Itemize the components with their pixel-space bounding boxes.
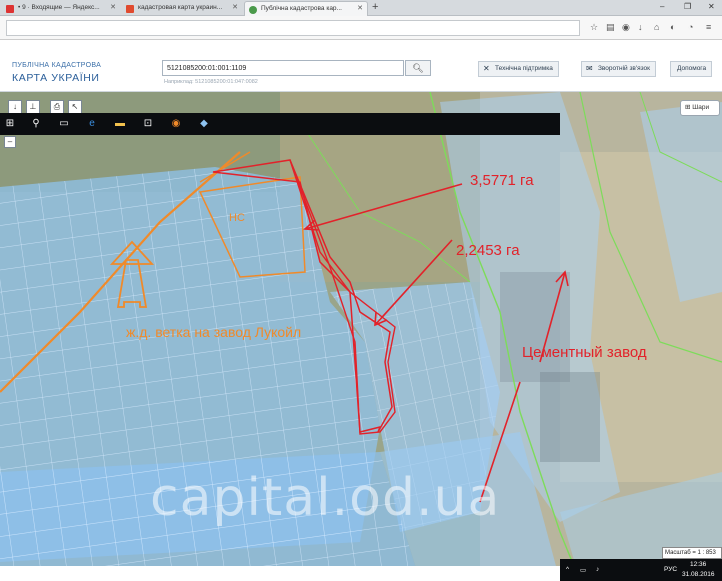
- zoom-in-tool[interactable]: ↓: [8, 100, 22, 114]
- plot-label: НС: [229, 212, 245, 224]
- tab-cadastral-search[interactable]: кадастровая карта украин... ✕: [122, 1, 242, 16]
- menu-icon[interactable]: ≡: [706, 22, 711, 32]
- search-icon[interactable]: ⚲: [28, 116, 44, 132]
- area-label-2: 2,2453 га: [456, 242, 520, 259]
- print-tool[interactable]: ⎙: [50, 100, 64, 114]
- help-label: Допомога: [677, 65, 707, 72]
- tab-label: Публічна кадастрова кар...: [261, 5, 342, 12]
- zoom-out-button[interactable]: –: [4, 136, 16, 148]
- support-label: Технічна підтримка: [495, 65, 553, 72]
- language-indicator[interactable]: РУС: [664, 566, 677, 573]
- store-icon[interactable]: ⊡: [140, 116, 156, 132]
- system-tray: ^ ▭ ♪ РУС 12:36 31.08.2016: [560, 559, 722, 581]
- reading-list-icon[interactable]: ▤: [606, 22, 615, 33]
- page-top-strip: [0, 40, 722, 54]
- firefox-icon[interactable]: ◉: [168, 116, 184, 132]
- site-header: ПУБЛІЧНА КАДАСТРОВА КАРТА УКРАЇНИ 🔍︎ Нап…: [0, 54, 722, 92]
- support-button[interactable]: ✕ Технічна підтримка: [478, 61, 559, 77]
- tab-label: кадастровая карта украин...: [138, 4, 223, 11]
- browser-tab-bar: • 9 · Входящие — Яндекс... ✕ кадастровая…: [0, 0, 722, 16]
- brand-title: КАРТА УКРАЇНИ: [12, 72, 100, 84]
- pocket-icon[interactable]: ◉: [622, 22, 630, 33]
- clock-time: 12:36: [690, 561, 707, 568]
- tab-label: • 9 · Входящие — Яндекс...: [18, 4, 100, 11]
- chat-icon[interactable]: ◔: [688, 22, 693, 32]
- close-icon[interactable]: ✕: [232, 3, 238, 11]
- download-icon[interactable]: ↓: [638, 22, 643, 32]
- bookmark-star-icon[interactable]: ☆: [590, 22, 598, 33]
- windows-taskbar: ⊞ ⚲ ▭ e ▬ ⊡ ◉ ◆: [0, 113, 560, 135]
- help-button[interactable]: Допомога: [670, 61, 713, 77]
- network-icon[interactable]: ▭: [580, 566, 586, 574]
- feedback-label: Зворотній зв'язок: [598, 65, 651, 72]
- brand-subtitle: ПУБЛІЧНА КАДАСТРОВА: [12, 62, 102, 69]
- mail-icon: ✉: [586, 64, 593, 73]
- search-icon: 🔍︎: [412, 63, 424, 73]
- cement-plant-label: Цементный завод: [522, 344, 647, 361]
- search-favicon-icon: [126, 5, 134, 13]
- search-hint: Наприклад: 5121085200:01:047:0082: [164, 79, 258, 85]
- area-label-1: 3,5771 га: [470, 172, 534, 189]
- tools-icon: ✕: [483, 64, 490, 73]
- close-icon[interactable]: ✕: [110, 3, 116, 11]
- volume-icon[interactable]: ♪: [596, 566, 599, 573]
- extension-icon[interactable]: ◐: [670, 22, 675, 32]
- maximize-button[interactable]: ❐: [684, 2, 691, 11]
- layers-icon: ⊞: [685, 104, 691, 111]
- file-explorer-icon[interactable]: ▬: [112, 116, 128, 132]
- tray-chevron-icon[interactable]: ^: [566, 566, 569, 573]
- close-icon[interactable]: ✕: [357, 4, 363, 12]
- mail-favicon-icon: [6, 5, 14, 13]
- search-button[interactable]: 🔍︎: [405, 60, 431, 76]
- select-tool[interactable]: ↖: [68, 100, 82, 114]
- tab-yandex-mail[interactable]: • 9 · Входящие — Яндекс... ✕: [2, 1, 120, 16]
- watermark: capital.od.ua: [150, 468, 501, 528]
- task-view-icon[interactable]: ▭: [56, 116, 72, 132]
- new-tab-button[interactable]: +: [372, 1, 378, 13]
- feedback-button[interactable]: ✉ Зворотній зв'язок: [581, 61, 657, 77]
- close-window-button[interactable]: ✕: [708, 2, 715, 11]
- app-icon[interactable]: ◆: [196, 116, 212, 132]
- bottom-strip: [0, 566, 560, 581]
- tab-public-cadastral-map[interactable]: Публічна кадастрова кар... ✕: [244, 1, 368, 16]
- browser-toolbar: ☆ ▤ ◉ ↓ ⌂ ◐ ◔ ≡: [0, 16, 722, 40]
- measure-tool[interactable]: ⊥: [26, 100, 40, 114]
- clock-date: 31.08.2016: [682, 571, 715, 578]
- home-icon[interactable]: ⌂: [654, 22, 659, 32]
- map-scale: Масштаб = 1 : 853: [662, 547, 722, 559]
- cadastral-search-input[interactable]: [162, 60, 404, 76]
- layers-button[interactable]: ⊞ Шари: [680, 100, 720, 116]
- map-favicon-icon: [249, 6, 257, 14]
- railway-branch-label: ж.д. ветка на завод Лукойл: [126, 324, 302, 340]
- screen: • 9 · Входящие — Яндекс... ✕ кадастровая…: [0, 0, 722, 581]
- address-bar[interactable]: [6, 20, 580, 36]
- minimize-button[interactable]: –: [660, 2, 664, 11]
- edge-browser-icon[interactable]: e: [84, 116, 100, 132]
- windows-start-icon[interactable]: ⊞: [2, 116, 18, 132]
- layers-label: Шари: [692, 104, 710, 111]
